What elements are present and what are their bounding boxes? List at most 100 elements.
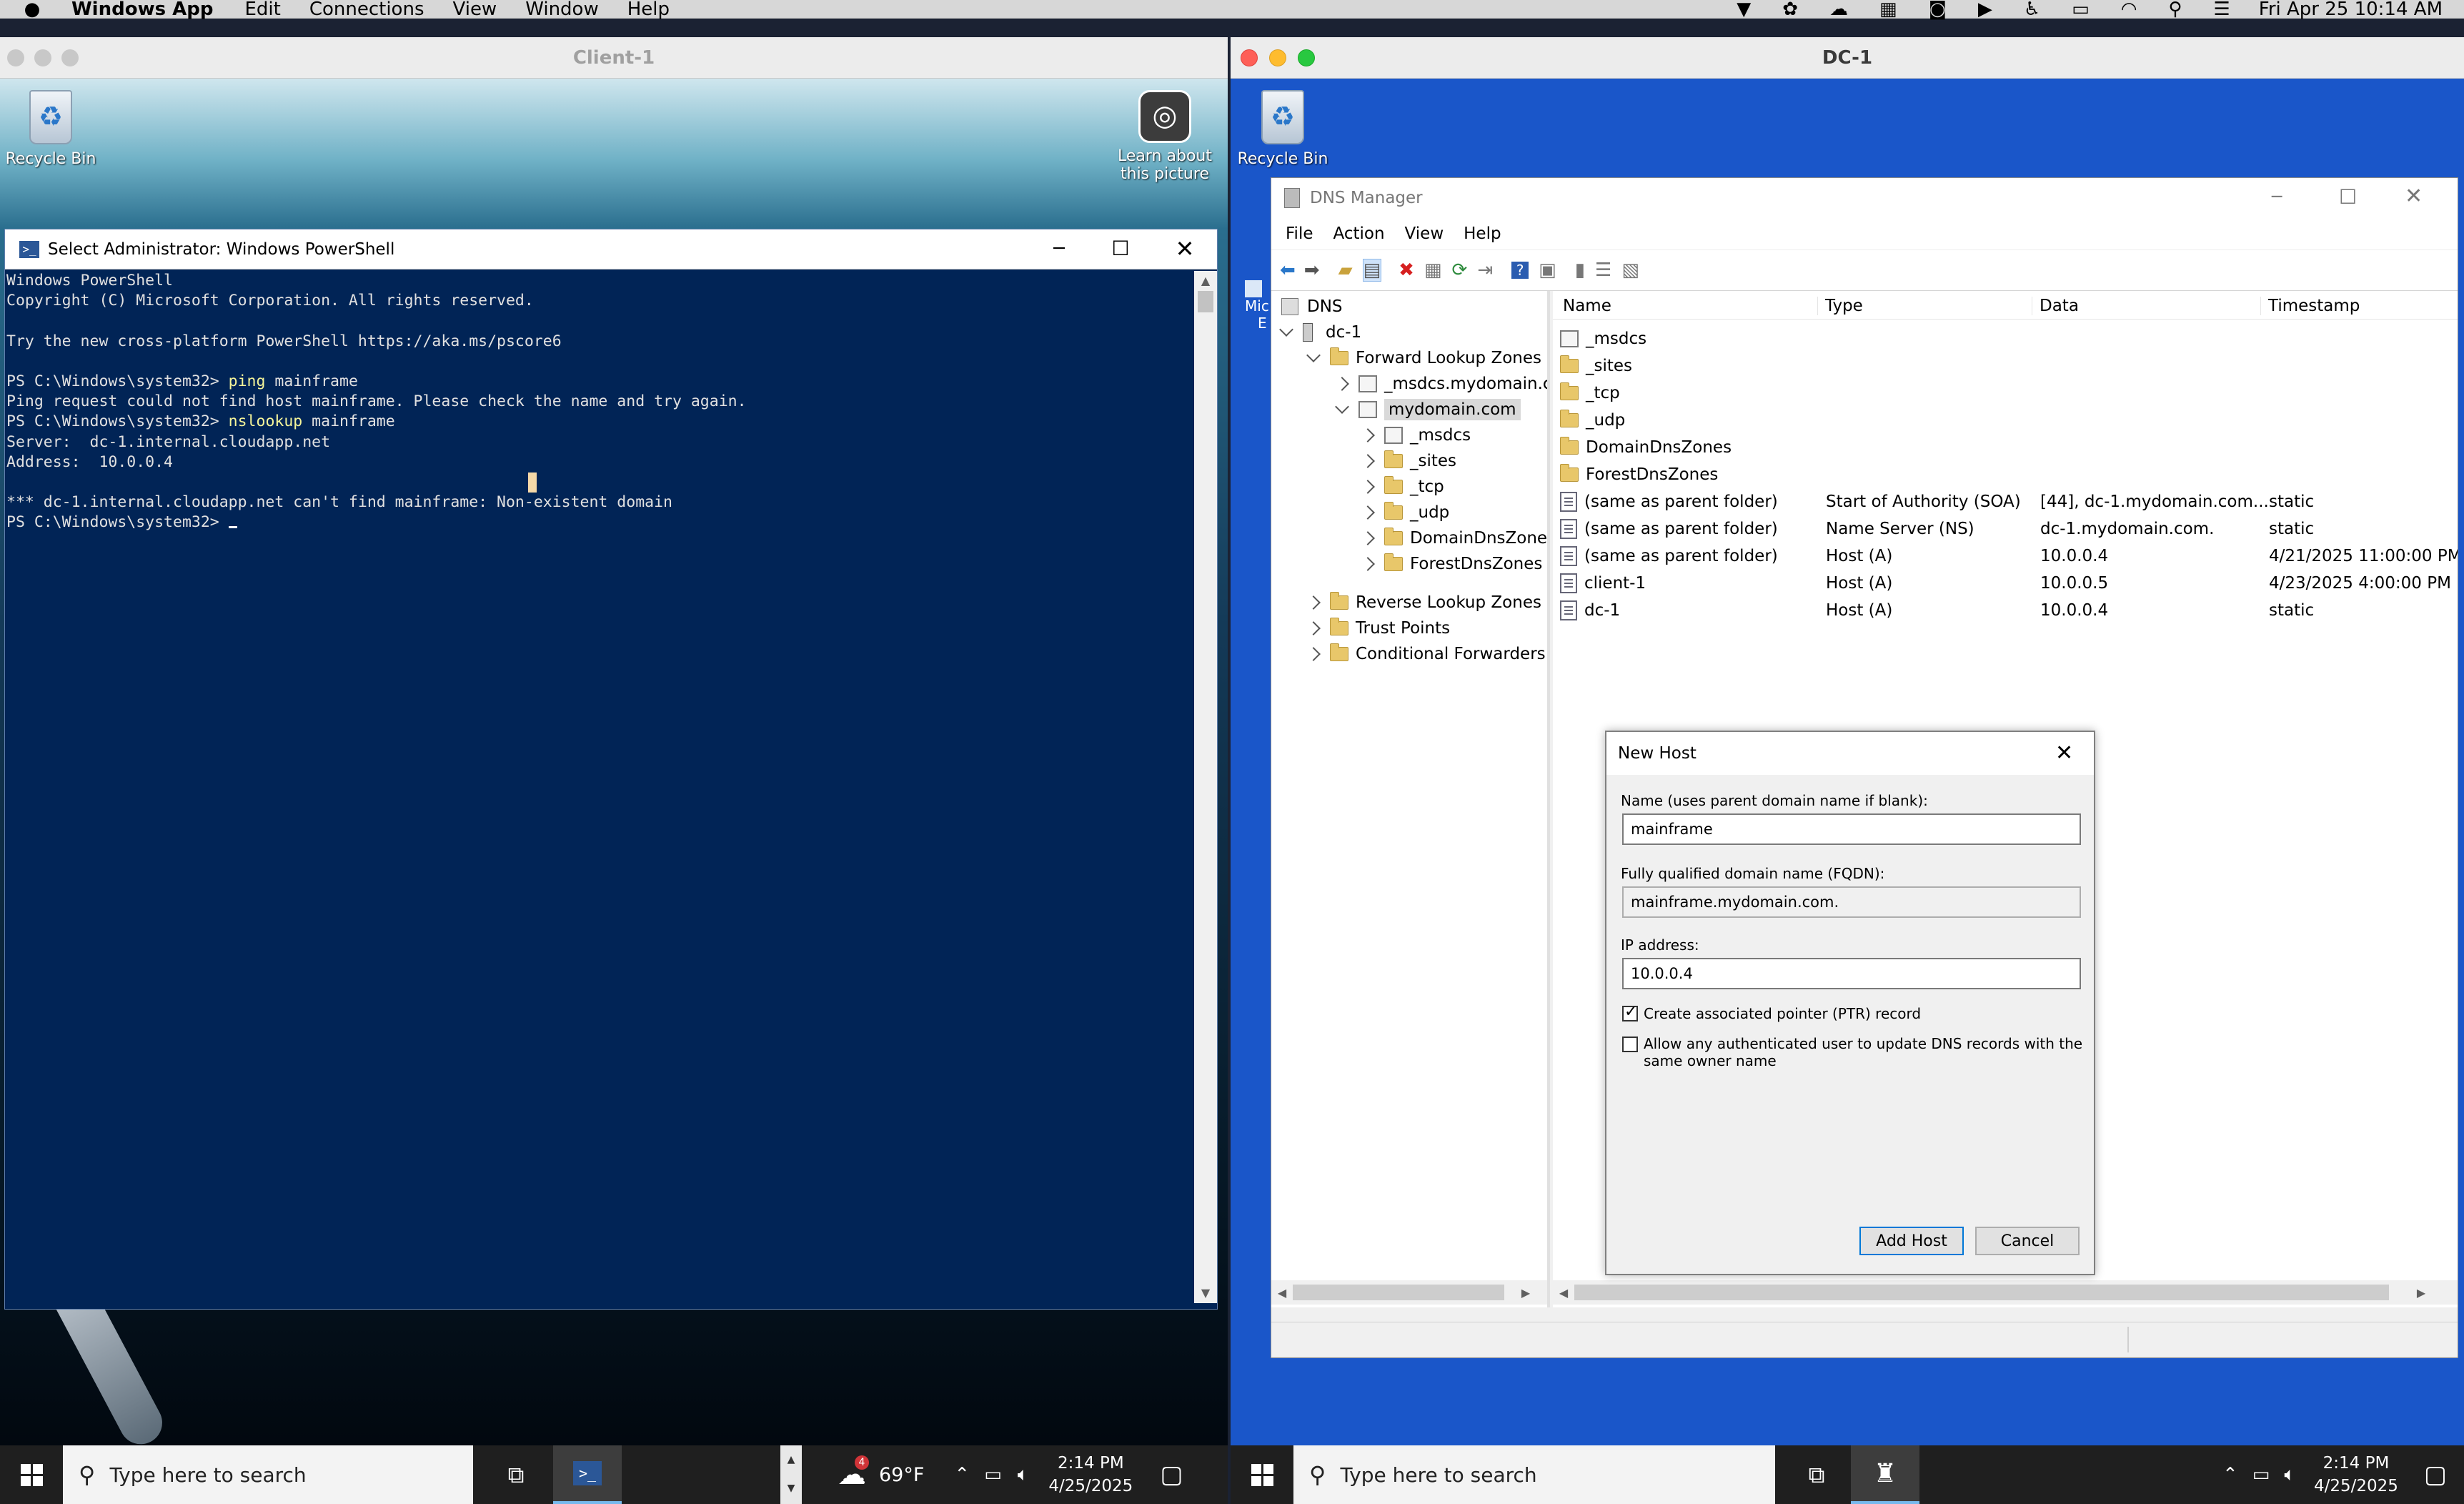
dns-minimize-button[interactable]: ─ xyxy=(2272,187,2282,207)
task-view-icon[interactable]: ⧉ xyxy=(495,1461,537,1489)
taskbar-dns-manager-app[interactable]: ♜ xyxy=(1851,1445,1919,1504)
properties-icon[interactable]: ▦ xyxy=(1424,259,1442,281)
dns-menu-file[interactable]: File xyxy=(1286,224,1313,243)
record-row[interactable]: _msdcs xyxy=(1553,325,2458,352)
ptr-option[interactable]: ✓ Create associated pointer (PTR) record xyxy=(1622,1003,1921,1022)
dc-volume-muted-icon[interactable]: 🔈︎ xyxy=(2284,1464,2295,1486)
play-icon[interactable]: ▶ xyxy=(1978,0,1992,20)
network-icon[interactable]: ▭ xyxy=(984,1464,1002,1485)
tree-scroll-thumb[interactable] xyxy=(1293,1285,1504,1300)
mac-clock[interactable]: Fri Apr 25 10:14 AM xyxy=(2259,0,2443,20)
allow-update-checkbox[interactable] xyxy=(1622,1037,1638,1052)
col-name-header[interactable]: Name xyxy=(1563,297,1611,315)
scroll-up-arrow[interactable]: ▲ xyxy=(1194,271,1217,291)
client-clock[interactable]: 2:14 PM 4/25/2025 xyxy=(1048,1452,1133,1498)
ps-maximize-button[interactable]: ☐ xyxy=(1110,237,1131,260)
record-row[interactable]: client-1 Host (A) 10.0.0.5 4/23/2025 4:00:0… xyxy=(1553,570,2458,597)
records-scroll-right-arrow[interactable]: ▶ xyxy=(2389,1286,2453,1300)
powershell-titlebar[interactable]: >_ Select Administrator: Windows PowerSh… xyxy=(5,229,1217,269)
records-horizontal-scrollbar[interactable]: ◀ ▶ xyxy=(1553,1280,2458,1305)
weather-temp[interactable]: 69°F xyxy=(879,1464,924,1486)
collapse-chevron-icon[interactable] xyxy=(1361,531,1375,545)
collapse-chevron-icon[interactable] xyxy=(1361,454,1375,468)
grid-icon[interactable]: ▦ xyxy=(1879,0,1897,20)
start-button[interactable] xyxy=(0,1445,63,1504)
expand-chevron-icon[interactable] xyxy=(1279,322,1293,337)
record-row[interactable]: (same as parent folder) Host (A) 10.0.0.4 4… xyxy=(1553,543,2458,570)
control-center-icon[interactable]: ☰ xyxy=(2213,0,2230,20)
dc-network-icon[interactable]: ▭ xyxy=(2252,1464,2270,1485)
new-host-close-button[interactable]: ✕ xyxy=(2055,741,2073,766)
app-name-menu[interactable]: Windows App xyxy=(71,0,213,20)
server-icon[interactable]: ▮ xyxy=(1575,259,1585,281)
apple-icon[interactable]: ● xyxy=(21,0,43,20)
dns-manager-titlebar[interactable]: DNS Manager ─ ☐ ✕ xyxy=(1271,178,2458,218)
allow-update-option[interactable]: Allow any authenticated user to update D… xyxy=(1622,1035,2082,1069)
records-scroll-thumb[interactable] xyxy=(1574,1285,2389,1300)
help-icon[interactable]: ? xyxy=(1511,262,1529,279)
client-1-titlebar[interactable]: Client-1 xyxy=(0,37,1228,79)
list-icon[interactable]: ☰ xyxy=(1595,259,1611,281)
dns-close-button[interactable]: ✕ xyxy=(2405,184,2423,209)
record-row[interactable]: (same as parent folder) Name Server (NS) d… xyxy=(1553,515,2458,543)
ps-vertical-scrollbar[interactable]: ▲ ▼ xyxy=(1194,271,1217,1303)
mac-menu-connections[interactable]: Connections xyxy=(309,0,424,20)
collapse-chevron-icon[interactable] xyxy=(1361,557,1375,571)
outlook-icon[interactable]: ◙ xyxy=(1929,0,1947,20)
mac-menu-window[interactable]: Window xyxy=(525,0,599,20)
taskbar-search-box[interactable]: ⚲ Type here to search xyxy=(63,1445,473,1504)
tree-subfolder[interactable]: DomainDnsZones xyxy=(1361,525,1547,551)
host-name-input[interactable]: mainframe xyxy=(1622,813,2081,845)
collapse-chevron-icon[interactable] xyxy=(1306,595,1321,610)
expand-chevron-icon[interactable] xyxy=(1335,400,1349,414)
tree-forward-lookup-zones[interactable]: Forward Lookup Zones xyxy=(1306,345,1541,371)
show-hide-tree-icon[interactable]: ▤ xyxy=(1362,259,1382,282)
record-row[interactable]: ForestDnsZones xyxy=(1553,461,2458,488)
scroll-right-arrow[interactable]: ▶ xyxy=(1504,1286,1547,1300)
ip-address-input[interactable]: 10.0.0.4 xyxy=(1622,958,2081,989)
dc-1-titlebar[interactable]: DC-1 xyxy=(1231,37,2464,79)
vpn-icon[interactable]: ▼ xyxy=(1737,0,1751,20)
col-timestamp-header[interactable]: Timestamp xyxy=(2260,297,2360,315)
show-hidden-icons-icon[interactable]: ⌃ xyxy=(954,1464,970,1485)
console-icon[interactable]: ▣ xyxy=(1539,259,1556,281)
collapse-chevron-icon[interactable] xyxy=(1361,505,1375,520)
cloud-icon[interactable]: ☁ xyxy=(1829,0,1848,20)
accessibility-icon[interactable]: ♿ xyxy=(2024,0,2040,20)
record-row[interactable]: _sites xyxy=(1553,352,2458,380)
dns-menu-view[interactable]: View xyxy=(1405,224,1444,243)
dc-start-button[interactable] xyxy=(1231,1445,1293,1504)
record-row[interactable]: (same as parent folder) Start of Authorit… xyxy=(1553,488,2458,515)
delete-icon[interactable]: ✖ xyxy=(1399,259,1414,281)
record-row[interactable]: _udp xyxy=(1553,407,2458,434)
expand-chevron-icon[interactable] xyxy=(1306,348,1321,362)
back-arrow-icon[interactable]: ⬅ xyxy=(1280,259,1296,281)
tree-dc1[interactable]: dc-1 xyxy=(1279,320,1361,345)
col-type-header[interactable]: Type xyxy=(1817,297,1863,315)
powershell-console[interactable]: Windows PowerShell Copyright (C) Microsof… xyxy=(6,271,1193,1303)
tree-dns-root[interactable]: DNS xyxy=(1281,294,1343,320)
collapse-chevron-icon[interactable] xyxy=(1306,621,1321,635)
taskbar-scroll-mini[interactable]: ▲ ▼ xyxy=(780,1445,802,1504)
cancel-button[interactable]: Cancel xyxy=(1975,1227,2080,1255)
forward-arrow-icon[interactable]: ➡ xyxy=(1304,259,1320,281)
collapse-chevron-icon[interactable] xyxy=(1361,428,1375,442)
dns-maximize-button[interactable]: ☐ xyxy=(2339,185,2357,209)
tree-reverse-lookup-zones[interactable]: Reverse Lookup Zones xyxy=(1306,590,1541,615)
mac-menu-view[interactable]: View xyxy=(453,0,497,20)
tree-subfolder[interactable]: ForestDnsZones xyxy=(1361,551,1542,577)
volume-icon[interactable]: 🔈︎ xyxy=(1018,1464,1029,1486)
new-host-titlebar[interactable]: New Host ✕ xyxy=(1606,732,2094,775)
learn-about-picture-shortcut[interactable]: ◎ Learn about this picture xyxy=(1101,90,1228,183)
dc-clock[interactable]: 2:14 PM 4/25/2025 xyxy=(2314,1452,2398,1498)
tree-horizontal-scrollbar[interactable]: ◀ ▶ xyxy=(1271,1280,1547,1305)
record-row[interactable]: _tcp xyxy=(1553,380,2458,407)
tree-subfolder[interactable]: _tcp xyxy=(1361,474,1444,500)
dc-notification-icon[interactable]: ▢ xyxy=(2424,1460,2447,1489)
tree-subfolder[interactable]: _sites xyxy=(1361,448,1456,474)
battery-icon[interactable]: ▭ xyxy=(2072,0,2090,20)
dc-task-view-icon[interactable]: ⧉ xyxy=(1795,1461,1838,1489)
add-host-button[interactable]: Add Host xyxy=(1859,1227,1964,1255)
ps-minimize-button[interactable]: ─ xyxy=(1048,238,1070,259)
dns-menu-action[interactable]: Action xyxy=(1333,224,1385,243)
